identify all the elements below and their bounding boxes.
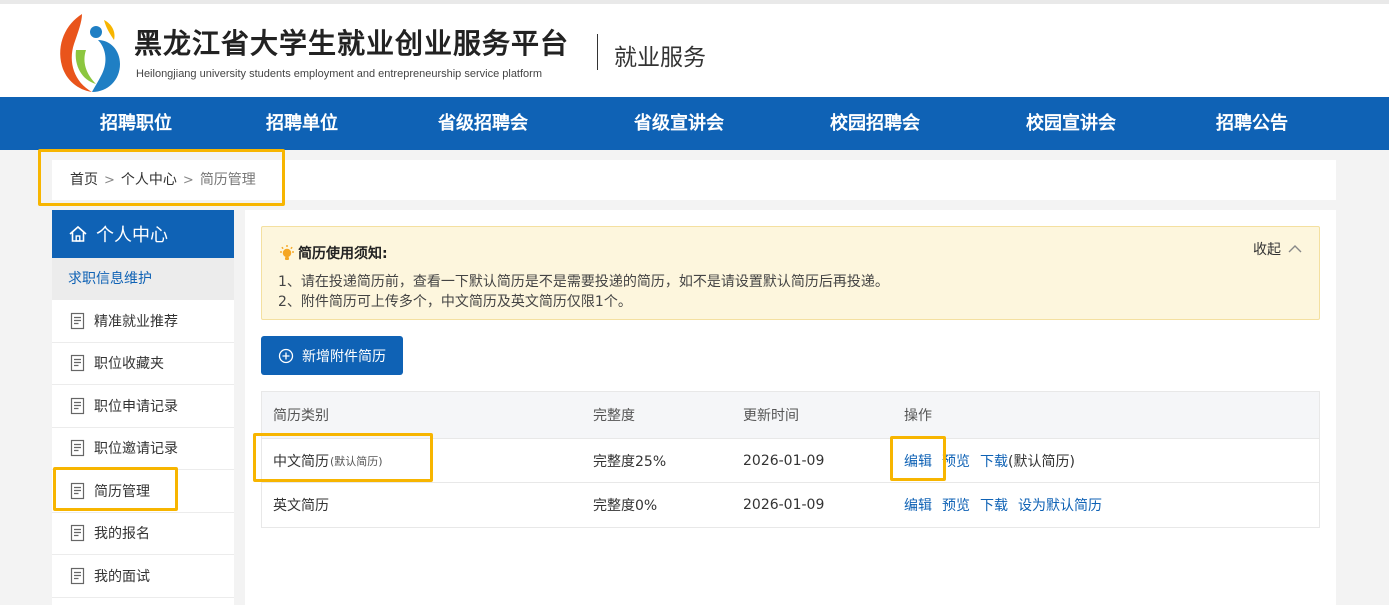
sidebar-group-title: 求职信息维护 (52, 258, 234, 300)
download-link[interactable]: 下载 (980, 495, 1008, 515)
chevron-up-icon (1288, 245, 1302, 253)
nav-item-announcements[interactable]: 招聘公告 (1216, 97, 1288, 150)
breadcrumb: 首页 > 个人中心 > 简历管理 (70, 160, 256, 200)
notice-title: 简历使用须知: (278, 243, 388, 263)
set-default-resume-link[interactable]: 设为默认简历 (1018, 495, 1102, 515)
lightbulb-icon (280, 245, 294, 260)
default-resume-note: (默认简历) (330, 454, 383, 468)
title-divider (597, 34, 598, 70)
sidebar-item-label: 我的报名 (94, 526, 150, 543)
resume-type: 英文简历 (273, 498, 329, 514)
edit-link[interactable]: 编辑 (904, 451, 932, 471)
nav-item-provincial-fairs[interactable]: 省级招聘会 (438, 97, 528, 150)
sidebar-item-resume-management[interactable]: 简历管理 (52, 470, 234, 513)
site-header: 黑龙江省大学生就业创业服务平台 Heilongjiang university … (0, 4, 1389, 97)
completeness-cell: 完整度0% (593, 498, 658, 514)
document-icon (70, 567, 85, 584)
main-content: 简历使用须知: 1、请在投递简历前，查看一下默认简历是不是需要投递的简历，如不是… (245, 210, 1336, 605)
site-title: 黑龙江省大学生就业创业服务平台 (134, 27, 570, 60)
table-row: 英文简历 完整度0% 2026-01-09 编辑 预览 下载 设为默认简历 (262, 483, 1319, 527)
resume-type-cell: 中文简历 (默认简历) (273, 439, 383, 482)
collapse-label: 收起 (1253, 242, 1281, 258)
notice-title-text: 简历使用须知: (298, 246, 388, 262)
resume-type-cell: 英文简历 (273, 483, 329, 527)
breadcrumb-current: 简历管理 (199, 172, 256, 188)
nav-item-provincial-talks[interactable]: 省级宣讲会 (634, 97, 724, 150)
nav-item-employers[interactable]: 招聘单位 (266, 97, 338, 150)
column-header-completeness: 完整度 (593, 408, 635, 424)
column-header-actions: 操作 (904, 408, 932, 424)
sidebar-header: 个人中心 (52, 210, 234, 258)
nav-item-campus-fairs[interactable]: 校园招聘会 (830, 97, 920, 150)
add-attachment-resume-button[interactable]: 新增附件简历 (261, 336, 403, 375)
preview-link[interactable]: 预览 (942, 451, 970, 471)
add-button-label: 新增附件简历 (302, 348, 386, 365)
breadcrumb-center[interactable]: 个人中心 (121, 172, 177, 188)
actions-cell: 编辑 预览 下载 设为默认简历 (904, 483, 1112, 527)
table-header-row: 简历类别 完整度 更新时间 操作 (262, 392, 1319, 439)
document-icon (70, 525, 85, 542)
site-subtitle: Heilongjiang university students employm… (136, 68, 542, 80)
table-row: 中文简历 (默认简历) 完整度25% 2026-01-09 编辑 预览 下载 (默认… (262, 439, 1319, 483)
sidebar-item-label: 我的面试 (94, 568, 150, 585)
nav-item-jobs[interactable]: 招聘职位 (100, 97, 172, 150)
document-icon (70, 312, 85, 329)
main-nav: 招聘职位 招聘单位 省级招聘会 省级宣讲会 校园招聘会 校园宣讲会 招聘公告 (0, 97, 1389, 150)
nav-item-campus-talks[interactable]: 校园宣讲会 (1026, 97, 1116, 150)
sidebar-item-interviews[interactable]: 我的面试 (52, 555, 234, 598)
sidebar-item-applications[interactable]: 职位申请记录 (52, 385, 234, 428)
breadcrumb-home[interactable]: 首页 (70, 172, 98, 188)
plus-circle-icon (278, 348, 294, 363)
service-label: 就业服务 (614, 45, 706, 71)
resume-type: 中文简历 (273, 453, 329, 470)
actions-cell: 编辑 预览 下载 (默认简历) (904, 439, 1075, 482)
sidebar-title: 个人中心 (96, 225, 168, 246)
collapse-toggle[interactable]: 收起 (1253, 239, 1303, 259)
sidebar-item-label: 职位邀请记录 (94, 441, 178, 458)
notice-line-2: 2、附件简历可上传多个，中文简历及英文简历仅限1个。 (278, 294, 632, 310)
sidebar-item-favorites[interactable]: 职位收藏夹 (52, 343, 234, 385)
updated-cell: 2026-01-09 (743, 497, 825, 513)
sidebar-item-label: 职位收藏夹 (94, 356, 164, 373)
breadcrumb-bar: 首页 > 个人中心 > 简历管理 (52, 160, 1336, 200)
platform-logo[interactable] (52, 10, 124, 94)
sidebar-item-label: 职位申请记录 (94, 398, 178, 415)
resume-table: 简历类别 完整度 更新时间 操作 中文简历 (默认简历) 完整度25% 2026-… (261, 391, 1320, 528)
document-icon (70, 440, 85, 457)
home-icon (69, 225, 87, 242)
edit-link[interactable]: 编辑 (904, 495, 932, 515)
sidebar-item-invitations[interactable]: 职位邀请记录 (52, 428, 234, 470)
column-header-updated: 更新时间 (743, 408, 799, 424)
sidebar-item-label: 简历管理 (94, 483, 150, 500)
document-icon (70, 355, 85, 372)
preview-link[interactable]: 预览 (942, 495, 970, 515)
sidebar: 个人中心 求职信息维护 精准就业推荐 职位收藏夹 职位申请记录 职位邀请记录 简… (52, 210, 234, 605)
sidebar-item-recommend[interactable]: 精准就业推荐 (52, 300, 234, 343)
column-header-type: 简历类别 (273, 408, 329, 424)
updated-cell: 2026-01-09 (743, 452, 825, 469)
breadcrumb-separator: > (104, 173, 115, 188)
sidebar-item-label: 精准就业推荐 (94, 313, 178, 330)
resume-notice: 简历使用须知: 1、请在投递简历前，查看一下默认简历是不是需要投递的简历，如不是… (261, 226, 1320, 320)
sidebar-item-registrations[interactable]: 我的报名 (52, 513, 234, 555)
default-resume-label: (默认简历) (1008, 453, 1075, 470)
breadcrumb-separator: > (182, 173, 194, 188)
completeness-cell: 完整度25% (593, 453, 667, 470)
document-icon (70, 482, 85, 499)
download-link[interactable]: 下载 (980, 451, 1008, 471)
document-icon (70, 397, 85, 414)
notice-line-1: 1、请在投递简历前，查看一下默认简历是不是需要投递的简历，如不是请设置默认简历后… (278, 274, 889, 290)
